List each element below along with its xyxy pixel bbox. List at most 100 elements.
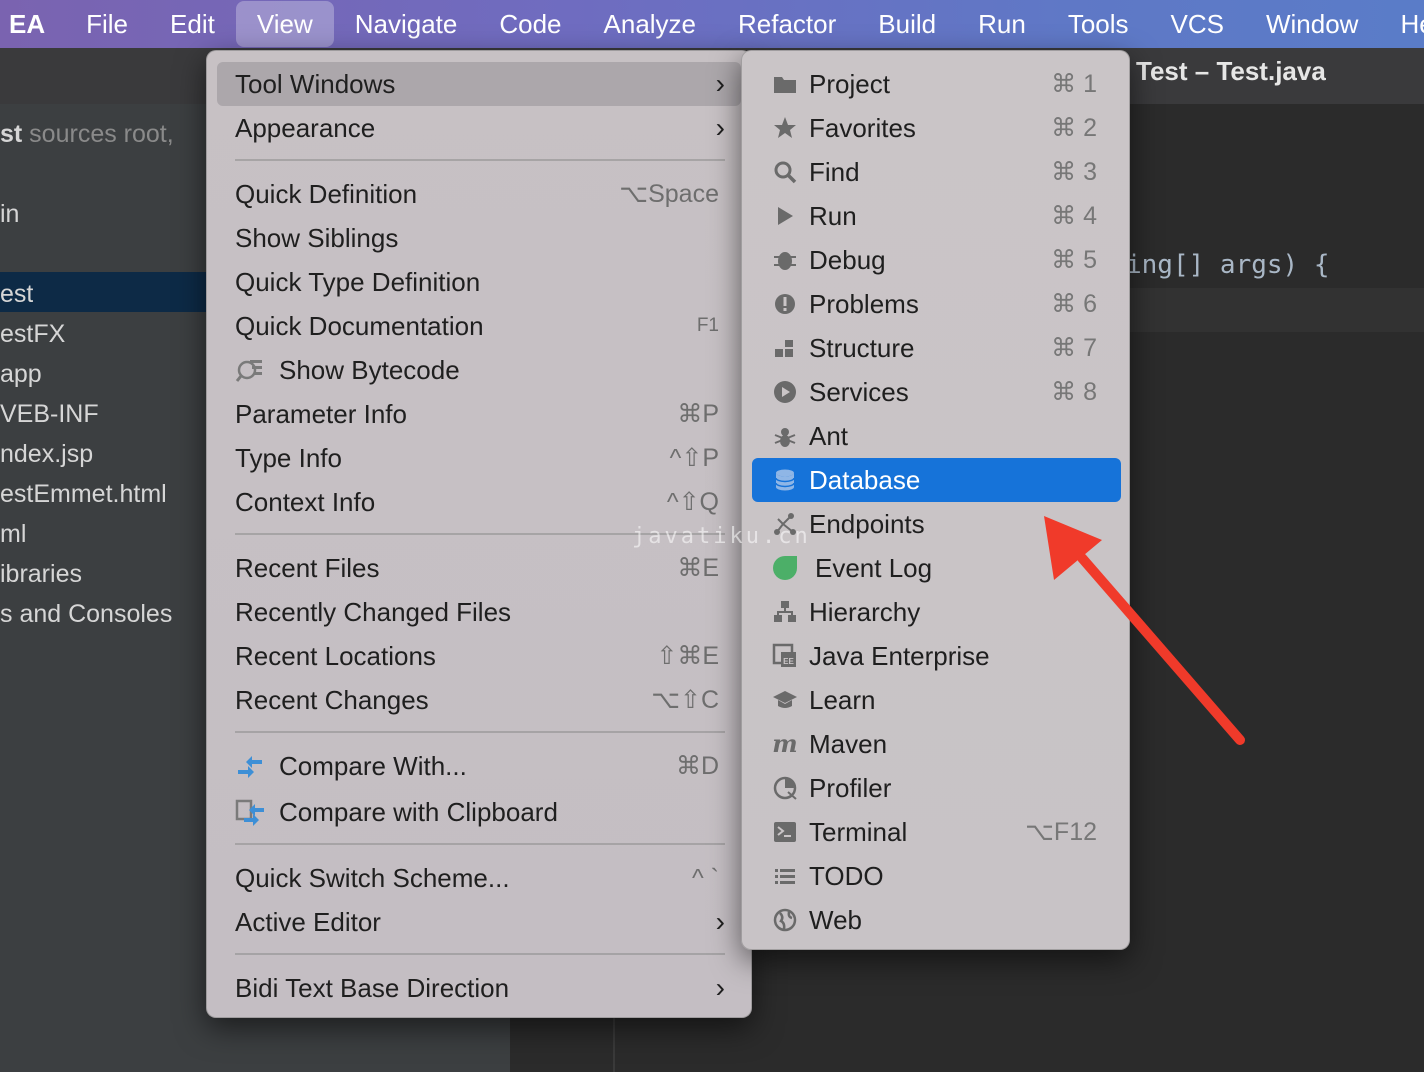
- menubar-app-name[interactable]: EA: [0, 0, 65, 48]
- tool-window-label: Debug: [809, 245, 886, 275]
- menu-item-label: Quick Type Definition: [235, 267, 481, 297]
- menu-item-label: Show Siblings: [235, 223, 399, 253]
- learn-icon: [773, 691, 797, 708]
- menu-item-show-bytecode[interactable]: Show Bytecode: [217, 348, 741, 392]
- tool-window-profiler[interactable]: Profiler: [752, 766, 1121, 810]
- annotation-arrow: [1044, 516, 1245, 745]
- menu-item-label: Bidi Text Base Direction: [235, 973, 510, 1003]
- menubar-build[interactable]: Build: [857, 0, 957, 48]
- menu-item-shortcut: ⌘P: [677, 400, 719, 428]
- tool-window-label: Learn: [809, 685, 876, 715]
- tree-item[interactable]: estEmmet.html: [0, 474, 167, 514]
- tool-window-problems[interactable]: Problems ⌘ 6: [752, 282, 1121, 326]
- tool-window-shortcut: ⌘ 6: [1051, 290, 1097, 318]
- tool-window-label: Profiler: [809, 773, 892, 803]
- profiler-icon: [773, 776, 797, 800]
- menu-item-show-siblings[interactable]: Show Siblings: [217, 216, 741, 260]
- tree-item[interactable]: app: [0, 354, 42, 394]
- menubar-help[interactable]: He: [1379, 0, 1424, 48]
- menu-item-quick-switch-scheme[interactable]: Quick Switch Scheme... ^ `: [217, 856, 741, 900]
- menubar-refactor[interactable]: Refactor: [717, 0, 857, 48]
- menu-item-recently-changed-files[interactable]: Recently Changed Files: [217, 590, 741, 634]
- tree-item[interactable]: VEB-INF: [0, 394, 99, 434]
- menubar-view[interactable]: View: [235, 1, 334, 47]
- menubar: EA File Edit View Navigate Code Analyze …: [0, 0, 1424, 48]
- tool-window-label: Structure: [809, 333, 915, 363]
- menubar-window[interactable]: Window: [1245, 0, 1379, 48]
- menu-item-compare-with[interactable]: Compare With... ⌘D: [217, 744, 741, 788]
- web-icon: [773, 908, 797, 932]
- menu-item-type-info[interactable]: Type Info ^⇧P: [217, 436, 741, 480]
- tool-window-shortcut: ⌘ 3: [1051, 158, 1097, 186]
- menubar-navigate[interactable]: Navigate: [334, 0, 479, 48]
- menu-separator: [235, 159, 725, 161]
- tree-item[interactable]: ndex.jsp: [0, 434, 93, 474]
- tool-window-ant[interactable]: Ant: [752, 414, 1121, 458]
- tree-item[interactable]: ibraries: [0, 554, 82, 594]
- menu-item-compare-with-clipboard[interactable]: Compare with Clipboard: [217, 790, 741, 834]
- code-line[interactable]: ing[] args) {: [1126, 250, 1330, 280]
- menubar-vcs[interactable]: VCS: [1150, 0, 1245, 48]
- menubar-run[interactable]: Run: [957, 0, 1047, 48]
- menu-item-active-editor[interactable]: Active Editor ›: [217, 900, 741, 944]
- tool-window-find[interactable]: Find ⌘ 3: [752, 150, 1121, 194]
- tree-item[interactable]: in: [0, 194, 19, 234]
- menu-item-quick-type-definition[interactable]: Quick Type Definition: [217, 260, 741, 304]
- tree-item-selected[interactable]: est: [0, 274, 33, 314]
- tool-window-project[interactable]: Project ⌘ 1: [752, 62, 1121, 106]
- menu-item-appearance[interactable]: Appearance ›: [217, 106, 741, 150]
- menu-item-label: Appearance: [235, 113, 376, 143]
- tree-item[interactable]: estFX: [0, 314, 65, 354]
- tool-window-favorites[interactable]: Favorites ⌘ 2: [752, 106, 1121, 150]
- menu-item-label: Quick Switch Scheme...: [235, 863, 510, 893]
- tool-window-label: Project: [809, 69, 890, 99]
- tool-window-run[interactable]: Run ⌘ 4: [752, 194, 1121, 238]
- tree-item[interactable]: ml: [0, 514, 26, 554]
- menu-item-tool-windows[interactable]: Tool Windows ›: [217, 62, 741, 106]
- services-icon: [774, 381, 796, 403]
- tool-window-database[interactable]: Database: [752, 458, 1121, 502]
- tool-window-label: Run: [809, 201, 857, 231]
- tool-window-shortcut: ⌘ 5: [1051, 246, 1097, 274]
- menubar-code[interactable]: Code: [478, 0, 582, 48]
- tree-item[interactable]: s and Consoles: [0, 594, 172, 634]
- tool-window-label: Event Log: [815, 553, 933, 583]
- menu-item-label: Tool Windows: [235, 69, 396, 99]
- menu-item-parameter-info[interactable]: Parameter Info ⌘P: [217, 392, 741, 436]
- menu-separator: [235, 843, 725, 845]
- menu-separator: [235, 731, 725, 733]
- terminal-icon: [774, 822, 796, 842]
- menubar-file[interactable]: File: [65, 0, 149, 48]
- database-icon: [775, 469, 795, 491]
- tool-window-terminal[interactable]: Terminal ⌥F12: [752, 810, 1121, 854]
- menu-item-bidi-text-base-direction[interactable]: Bidi Text Base Direction ›: [217, 966, 741, 1010]
- tool-window-services[interactable]: Services ⌘ 8: [752, 370, 1121, 414]
- menu-item-quick-documentation[interactable]: Quick Documentation F1: [217, 304, 741, 348]
- tool-window-debug[interactable]: Debug ⌘ 5: [752, 238, 1121, 282]
- tool-window-shortcut: ⌘ 7: [1051, 334, 1097, 362]
- tool-window-todo[interactable]: TODO: [752, 854, 1121, 898]
- tool-window-shortcut: ⌥F12: [1025, 818, 1097, 846]
- menubar-analyze[interactable]: Analyze: [583, 0, 718, 48]
- menu-item-recent-locations[interactable]: Recent Locations ⇧⌘E: [217, 634, 741, 678]
- menubar-tools[interactable]: Tools: [1047, 0, 1150, 48]
- event-log-icon: [773, 556, 797, 580]
- tool-window-structure[interactable]: Structure ⌘ 7: [752, 326, 1121, 370]
- menu-item-label: Active Editor: [235, 907, 381, 937]
- tool-window-label: Java Enterprise: [809, 641, 990, 671]
- search-icon: [774, 161, 797, 184]
- chevron-right-icon: ›: [715, 972, 725, 1003]
- project-root-hint: sources root,: [22, 120, 174, 148]
- menu-item-quick-definition[interactable]: Quick Definition ⌥Space: [217, 172, 741, 216]
- folder-icon: [774, 77, 796, 93]
- menu-item-shortcut: F1: [696, 315, 719, 336]
- menu-item-recent-files[interactable]: Recent Files ⌘E: [217, 546, 741, 590]
- menu-item-context-info[interactable]: Context Info ^⇧Q: [217, 480, 741, 524]
- menu-item-recent-changes[interactable]: Recent Changes ⌥⇧C: [217, 678, 741, 722]
- tool-window-web[interactable]: Web: [752, 898, 1121, 942]
- tool-window-shortcut: ⌘ 1: [1051, 70, 1097, 98]
- chevron-right-icon: ›: [715, 68, 725, 99]
- menubar-edit[interactable]: Edit: [149, 0, 236, 48]
- structure-icon: [775, 340, 793, 357]
- chevron-right-icon: ›: [715, 906, 725, 937]
